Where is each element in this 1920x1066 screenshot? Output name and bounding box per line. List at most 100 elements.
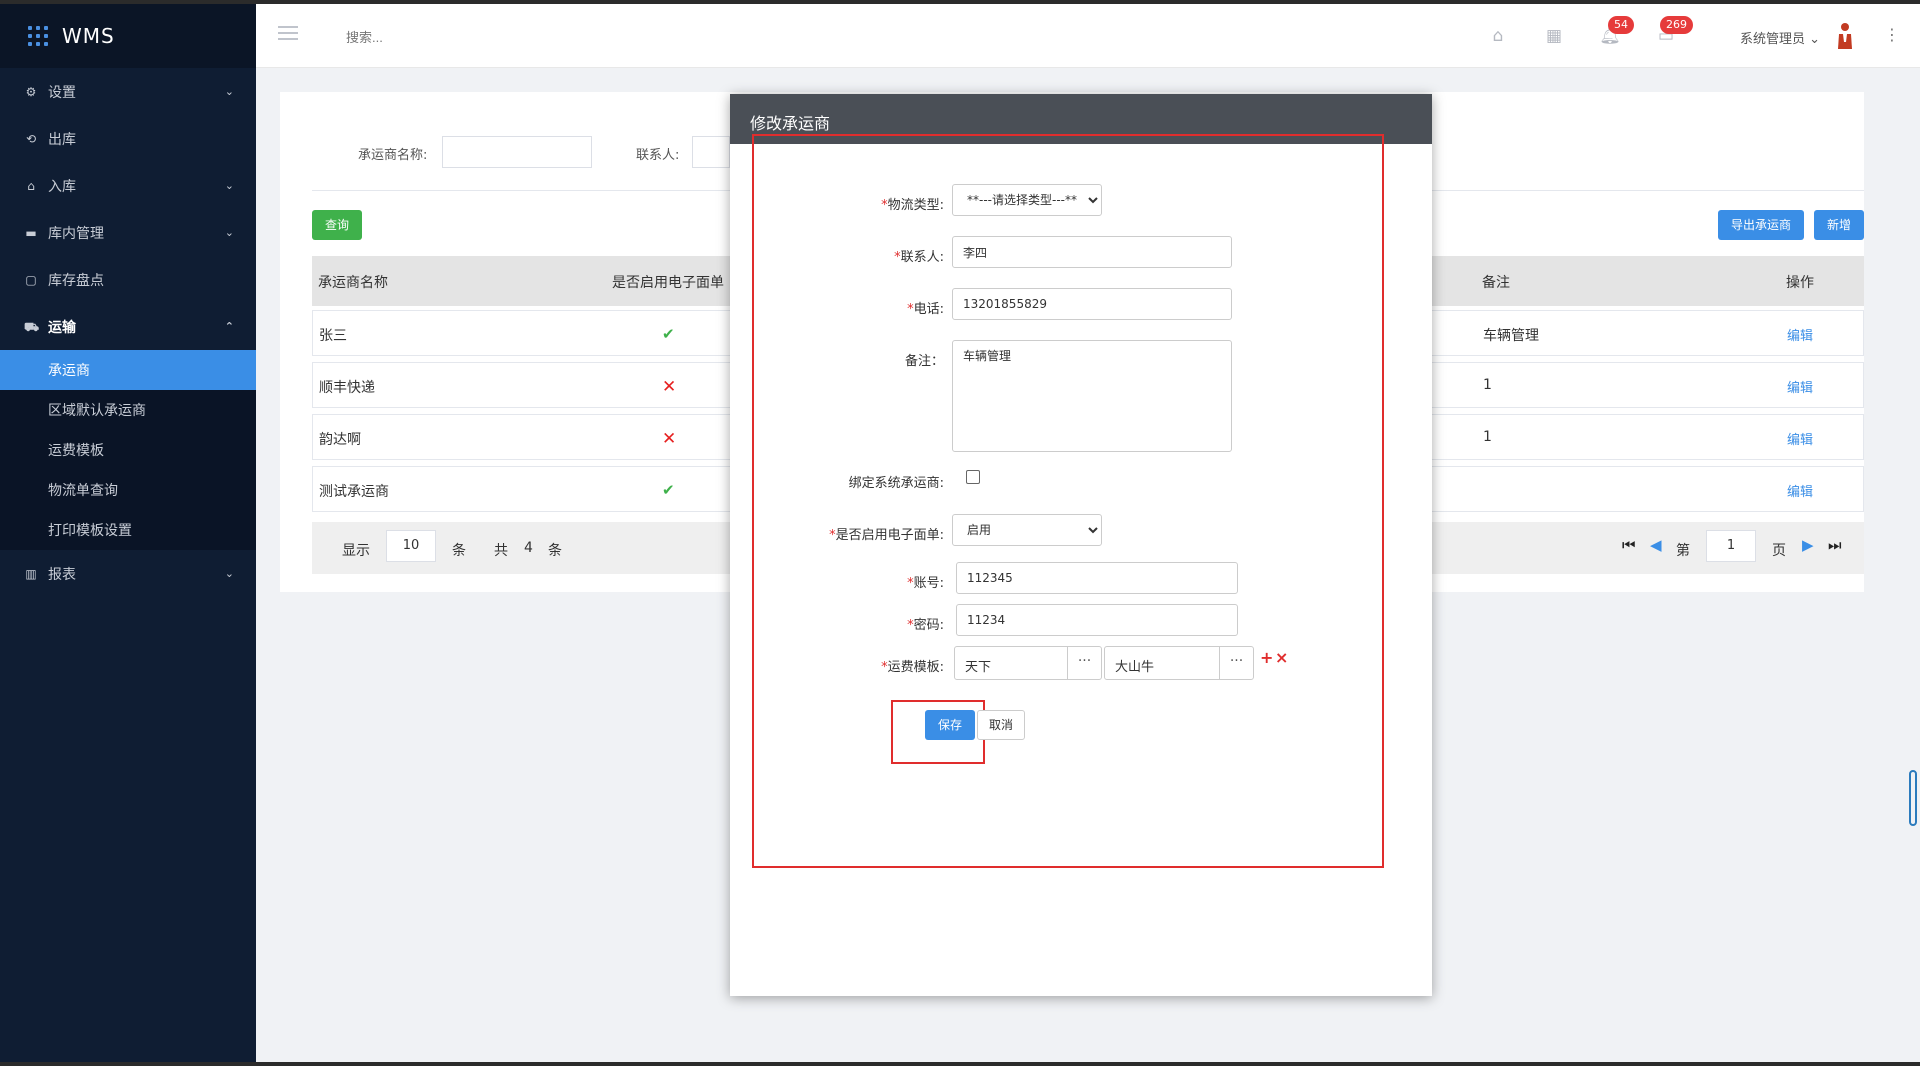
sidebar-item-inventory[interactable]: ▢ 库存盘点 xyxy=(0,256,256,303)
password-label: *密码: xyxy=(907,618,944,633)
contact-label: *联系人: xyxy=(894,250,944,265)
column-header: 承运商名称 xyxy=(318,275,388,291)
logistics-type-label: *物流类型: xyxy=(881,198,944,213)
phone-label: *电话: xyxy=(907,302,944,317)
carrier-name: 张三 xyxy=(319,328,347,344)
avatar[interactable] xyxy=(1836,22,1854,50)
gear-icon: ⚙ xyxy=(25,84,37,99)
scrollbar-thumb[interactable] xyxy=(1909,770,1917,826)
column-header: 操作 xyxy=(1786,275,1814,291)
esheet-select[interactable]: 启用 xyxy=(952,514,1102,546)
export-carrier-button[interactable]: 导出承运商 xyxy=(1718,210,1804,240)
sidebar-subitem-print-template[interactable]: 打印模板设置 xyxy=(0,510,256,550)
prev-page-icon[interactable]: ◀ xyxy=(1650,536,1662,554)
chevron-down-icon: ⌄ xyxy=(224,226,234,239)
contact-filter-label: 联系人: xyxy=(636,148,680,163)
bottom-strip xyxy=(0,1062,1920,1066)
chevron-up-icon: ⌃ xyxy=(224,320,234,333)
next-page-icon[interactable]: ▶ xyxy=(1802,536,1814,554)
freight-template-value: 天下 xyxy=(965,660,992,675)
remark-textarea[interactable]: 车辆管理 xyxy=(952,340,1232,452)
outbound-icon: ⟲ xyxy=(25,131,37,146)
sidebar-item-inbound[interactable]: ⌂ 入库 ⌄ xyxy=(0,162,256,209)
pager-unit-label: 条 xyxy=(452,543,466,559)
freight-template-picker-2[interactable]: 大山牛 ··· xyxy=(1104,646,1254,680)
remark: 1 xyxy=(1483,377,1492,393)
menu-toggle-icon[interactable] xyxy=(278,26,298,42)
sidebar-item-label: 运输 xyxy=(48,319,76,336)
bind-system-checkbox[interactable] xyxy=(966,470,980,484)
freight-template-value: 大山牛 xyxy=(1115,660,1155,675)
truck-icon: ⛟ xyxy=(24,319,40,334)
search-input[interactable] xyxy=(346,24,566,50)
account-field[interactable] xyxy=(956,562,1238,594)
cancel-button[interactable]: 取消 xyxy=(977,710,1025,740)
query-button[interactable]: 查询 xyxy=(312,210,362,240)
sidebar-subitem-freight-template[interactable]: 运费模板 xyxy=(0,430,256,470)
add-template-icon[interactable]: + xyxy=(1260,648,1273,667)
esheet-label: *是否启用电子面单: xyxy=(829,528,944,543)
home-icon[interactable]: ⌂ xyxy=(1486,24,1510,48)
first-page-icon[interactable]: ⏮ xyxy=(1622,536,1636,554)
carrier-name-input[interactable] xyxy=(442,136,592,168)
user-menu[interactable]: 系统管理员 ⌄ xyxy=(1740,28,1820,47)
page-number-input[interactable]: 1 xyxy=(1706,530,1756,562)
edit-link[interactable]: 编辑 xyxy=(1787,325,1813,344)
account-label: *账号: xyxy=(907,576,944,591)
ellipsis-icon[interactable]: ··· xyxy=(1219,647,1253,679)
sidebar-item-warehouse[interactable]: ▬ 库内管理 ⌄ xyxy=(0,209,256,256)
cross-icon: ✕ xyxy=(662,377,677,397)
edit-link[interactable]: 编辑 xyxy=(1787,429,1813,448)
logo-bar: WMS xyxy=(0,4,256,68)
last-page-icon[interactable]: ⏭ xyxy=(1828,536,1842,554)
ellipsis-icon[interactable]: ··· xyxy=(1067,647,1101,679)
inbound-icon: ⌂ xyxy=(27,178,35,193)
sidebar: WMS ⚙ 设置 ⌄ ⟲ 出库 ⌂ 入库 ⌄ ▬ 库内管理 ⌄ ▢ 库存盘点 ⛟… xyxy=(0,4,256,1062)
chevron-down-icon: ⌄ xyxy=(224,567,234,580)
bell-icon[interactable]: 🔔︎ 54 xyxy=(1598,16,1634,48)
sidebar-item-settings[interactable]: ⚙ 设置 ⌄ xyxy=(0,68,256,115)
bind-system-label: 绑定系统承运商: xyxy=(848,476,944,491)
sidebar-item-label: 库存盘点 xyxy=(48,272,104,289)
freight-template-picker-1[interactable]: 天下 ··· xyxy=(954,646,1102,680)
phone-field[interactable] xyxy=(952,288,1232,320)
edit-link[interactable]: 编辑 xyxy=(1787,481,1813,500)
check-icon: ✔ xyxy=(662,325,675,343)
sidebar-subitem-waybill-query[interactable]: 物流单查询 xyxy=(0,470,256,510)
column-header: 是否启用电子面单 xyxy=(612,275,724,291)
logistics-type-select[interactable]: **---请选择类型---** xyxy=(952,184,1102,216)
password-field[interactable] xyxy=(956,604,1238,636)
top-header: ⌂ ▦ 🔔︎ 54 ▭ 269 系统管理员 ⌄ ⋮ xyxy=(256,4,1920,68)
apps-grid-icon[interactable] xyxy=(28,26,48,46)
page-size-input[interactable]: 10 xyxy=(386,530,436,562)
sidebar-item-reports[interactable]: ▥ 报表 ⌄ xyxy=(0,550,256,597)
chevron-down-icon: ⌄ xyxy=(224,85,234,98)
remove-template-icon[interactable]: × xyxy=(1275,648,1288,667)
add-carrier-button[interactable]: 新增 xyxy=(1814,210,1864,240)
chart-icon: ▥ xyxy=(25,566,37,581)
sidebar-item-outbound[interactable]: ⟲ 出库 xyxy=(0,115,256,162)
chevron-down-icon: ⌄ xyxy=(224,179,234,192)
sidebar-subitem-carrier[interactable]: 承运商 xyxy=(0,350,256,390)
carrier-name: 顺丰快递 xyxy=(319,380,375,396)
remark: 1 xyxy=(1483,429,1492,445)
sidebar-item-label: 库内管理 xyxy=(48,225,104,242)
contact-field[interactable] xyxy=(952,236,1232,268)
more-options-icon[interactable]: ⋮ xyxy=(1882,24,1902,48)
cross-icon: ✕ xyxy=(662,429,677,449)
carrier-name: 韵达啊 xyxy=(319,432,361,448)
sidebar-item-label: 设置 xyxy=(48,84,76,101)
warehouse-icon: ▬ xyxy=(25,225,37,240)
remark: 车辆管理 xyxy=(1483,328,1539,344)
sidebar-subitem-region-default-carrier[interactable]: 区域默认承运商 xyxy=(0,390,256,430)
message-icon[interactable]: ▭ 269 xyxy=(1654,16,1693,48)
freight-template-label: *运费模板: xyxy=(881,660,944,675)
sidebar-item-transport[interactable]: ⛟ 运输 ⌃ xyxy=(0,303,256,350)
edit-link[interactable]: 编辑 xyxy=(1787,377,1813,396)
page-prefix: 第 xyxy=(1676,543,1690,559)
contact-filter-input[interactable] xyxy=(692,136,730,168)
save-button[interactable]: 保存 xyxy=(925,710,975,740)
message-badge: 269 xyxy=(1660,16,1693,34)
grid-icon[interactable]: ▦ xyxy=(1542,24,1566,48)
user-name: 系统管理员 xyxy=(1740,32,1806,47)
